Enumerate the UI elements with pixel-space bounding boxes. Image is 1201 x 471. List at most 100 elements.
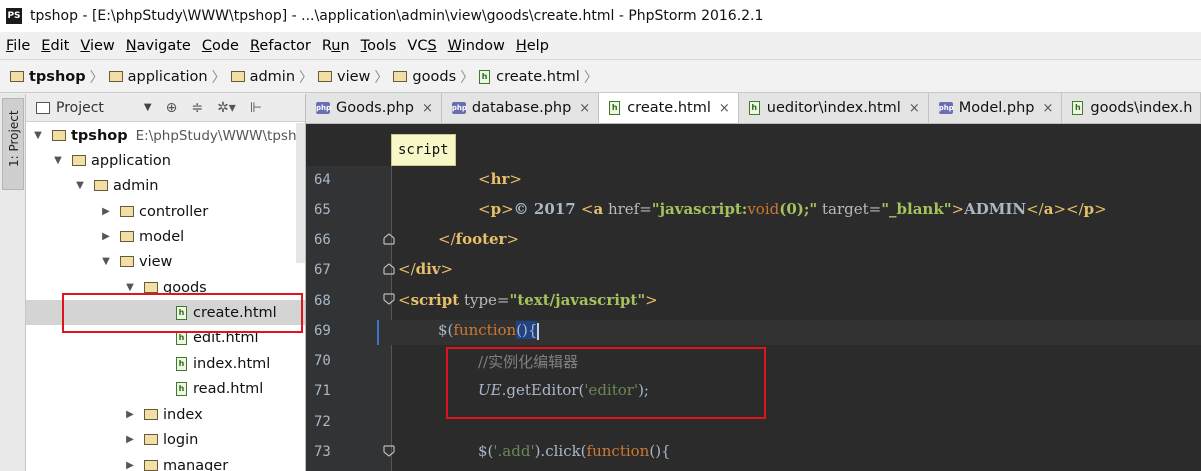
code-line-68[interactable]: <script type="text/javascript">: [398, 291, 658, 309]
folder-icon: [94, 180, 108, 191]
expand-arrow-icon[interactable]: ▼: [74, 180, 86, 191]
line-number-gutter[interactable]: 64 65 66 67 68 69 70 71 72 73: [306, 166, 392, 471]
tab-database-php[interactable]: php database.php ×: [441, 93, 600, 123]
folder-icon: [144, 460, 158, 471]
tree-item-index-html[interactable]: h index.html: [26, 351, 305, 376]
menu-vcs[interactable]: VCS: [407, 38, 436, 54]
project-tool-window-label: 1: Project: [7, 110, 21, 167]
close-icon[interactable]: ×: [422, 101, 433, 116]
folder-icon: [72, 155, 86, 166]
tree-item-model[interactable]: ▶ model: [26, 224, 305, 249]
menu-file[interactable]: File: [6, 38, 30, 54]
expand-arrow-icon[interactable]: ▼: [124, 282, 136, 293]
menu-window[interactable]: Window: [448, 38, 505, 54]
breadcrumb-create-html[interactable]: h create.html 〉: [479, 67, 603, 87]
code-line-69[interactable]: $(function(){: [438, 321, 540, 340]
menu-code[interactable]: Code: [202, 38, 239, 54]
code-line-66[interactable]: </footer>: [438, 230, 519, 248]
folder-icon: [120, 256, 134, 267]
tab-create-html[interactable]: h create.html ×: [599, 93, 739, 123]
project-panel: Project ▼ ⊕ ≑ ✲▾ ⊩ ▼ tpshop E:\phpStudy\WW…: [26, 94, 306, 471]
annotation-box-code: [446, 347, 766, 419]
scroll-from-source-icon[interactable]: ⊕: [166, 100, 178, 116]
breadcrumb-tooltip: script: [391, 134, 456, 166]
annotation-box-tree: [62, 293, 303, 333]
menu-run[interactable]: Run: [322, 38, 350, 54]
expand-arrow-icon[interactable]: ▶: [100, 231, 112, 242]
expand-arrow-icon[interactable]: ▶: [124, 409, 136, 420]
tree-item-controller[interactable]: ▶ controller: [26, 199, 305, 224]
breadcrumb-application[interactable]: application 〉: [108, 67, 231, 87]
menu-edit[interactable]: Edit: [41, 38, 69, 54]
menu-navigate[interactable]: Navigate: [126, 38, 191, 54]
close-icon[interactable]: ×: [719, 101, 730, 116]
tree-item-admin[interactable]: ▼ admin: [26, 173, 305, 198]
close-icon[interactable]: ×: [909, 101, 920, 116]
tree-item-index[interactable]: ▶ index: [26, 402, 305, 427]
hide-panel-icon[interactable]: ⊩: [250, 100, 262, 116]
html-file-icon: h: [176, 356, 187, 371]
collapse-all-icon[interactable]: ≑: [191, 100, 203, 116]
fold-start-icon[interactable]: [382, 444, 396, 458]
html-file-icon: h: [609, 101, 621, 115]
breadcrumb-admin[interactable]: admin 〉: [230, 67, 318, 87]
tree-item-manager[interactable]: ▶ manager: [26, 453, 305, 471]
tree-item-read-html[interactable]: h read.html: [26, 376, 305, 401]
settings-gear-icon[interactable]: ✲▾: [217, 100, 236, 116]
breadcrumb-tpshop[interactable]: tpshop 〉: [10, 67, 109, 87]
expand-arrow-icon[interactable]: ▶: [100, 206, 112, 217]
menu-tools[interactable]: Tools: [361, 38, 397, 54]
tab-goods-php[interactable]: php Goods.php ×: [306, 93, 442, 123]
tree-item-view[interactable]: ▼ view: [26, 249, 305, 274]
tree-item-tpshop[interactable]: ▼ tpshop E:\phpStudy\WWW\tpsh: [26, 123, 305, 148]
line-number: 68: [314, 293, 331, 309]
html-file-icon: h: [479, 69, 491, 84]
code-line-73[interactable]: $('.add').click(function(){: [478, 442, 671, 460]
text-cursor: [537, 322, 540, 340]
tree-item-application[interactable]: ▼ application: [26, 148, 305, 173]
expand-arrow-icon[interactable]: ▶: [124, 434, 136, 445]
menu-refactor[interactable]: Refactor: [250, 38, 311, 54]
line-number: 65: [314, 202, 331, 218]
folder-icon: [108, 71, 123, 82]
menu-view[interactable]: View: [80, 38, 114, 54]
project-view-selector[interactable]: Project: [56, 100, 104, 116]
project-panel-scrollbar[interactable]: [296, 123, 305, 263]
html-file-icon: h: [748, 101, 760, 115]
fold-end-icon[interactable]: [382, 232, 396, 246]
menu-help[interactable]: Help: [516, 38, 549, 54]
project-tool-window-button[interactable]: 1: Project: [2, 98, 24, 190]
php-file-icon: php: [938, 102, 954, 114]
fold-end-icon[interactable]: [382, 262, 396, 276]
close-icon[interactable]: ×: [1043, 101, 1054, 116]
code-line-64[interactable]: <hr>: [478, 170, 522, 188]
breadcrumb-view[interactable]: view 〉: [318, 67, 393, 87]
tree-item-login[interactable]: ▶ login: [26, 427, 305, 452]
scope-indicator: [377, 320, 379, 345]
folder-icon: [144, 282, 158, 293]
tab-goods-index-html[interactable]: h goods\index.h: [1062, 93, 1201, 123]
navigation-breadcrumb: tpshop 〉 application 〉 admin 〉 view 〉 goods 〉…: [0, 61, 1201, 93]
line-number: 67: [314, 262, 331, 278]
code-line-65[interactable]: <p>© 2017 <a href="javascript:void(0);" …: [478, 200, 1107, 218]
close-icon[interactable]: ×: [579, 101, 590, 116]
html-file-icon: h: [1072, 101, 1084, 115]
tab-model-php[interactable]: php Model.php ×: [928, 93, 1063, 123]
code-line-67[interactable]: </div>: [398, 260, 453, 278]
line-number: 72: [314, 414, 331, 430]
expand-arrow-icon[interactable]: ▼: [52, 155, 64, 166]
folder-icon: [52, 130, 66, 141]
tab-ueditor-index-html[interactable]: h ueditor\index.html ×: [738, 93, 929, 123]
line-number: 69: [314, 323, 331, 339]
expand-arrow-icon[interactable]: ▼: [32, 130, 44, 141]
folder-icon: [144, 409, 158, 420]
project-panel-header: Project ▼ ⊕ ≑ ✲▾ ⊩: [26, 94, 305, 122]
fold-start-icon[interactable]: [382, 292, 396, 306]
expand-arrow-icon[interactable]: ▶: [124, 460, 136, 471]
menu-bar: File Edit View Navigate Code Refactor Ru…: [0, 32, 1201, 60]
expand-arrow-icon[interactable]: ▼: [100, 256, 112, 267]
chevron-down-icon[interactable]: ▼: [144, 102, 152, 113]
breadcrumb-goods[interactable]: goods 〉: [393, 67, 479, 87]
window-title: tpshop - [E:\phpStudy\WWW\tpshop] - ...\…: [30, 8, 764, 24]
folder-icon: [393, 71, 408, 82]
